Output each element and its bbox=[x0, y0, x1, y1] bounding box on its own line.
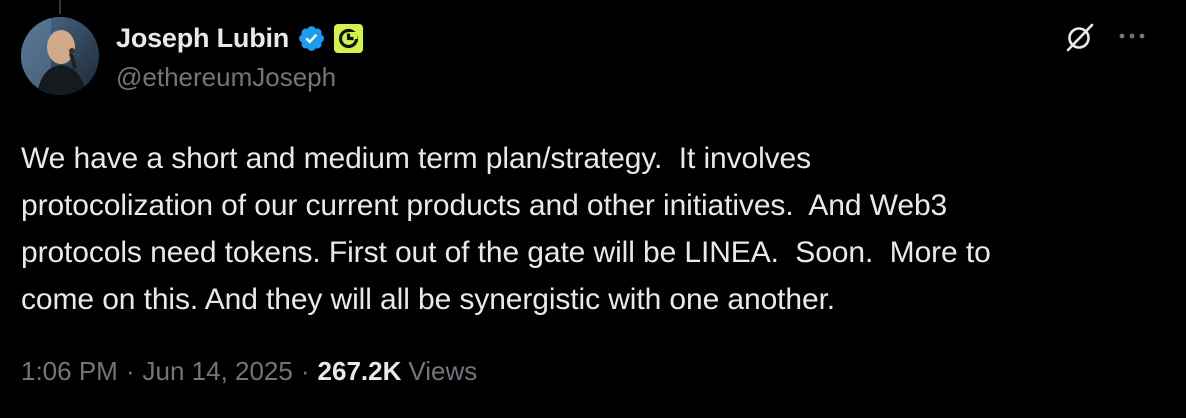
more-options-icon[interactable] bbox=[1117, 26, 1149, 46]
tweet-date[interactable]: Jun 14, 2025 bbox=[143, 356, 293, 387]
grok-icon[interactable] bbox=[1064, 21, 1096, 53]
avatar-photo bbox=[21, 17, 99, 95]
tweet-text: We have a short and medium term plan/str… bbox=[21, 135, 1166, 323]
author-name-row: Joseph Lubin bbox=[116, 20, 364, 56]
separator-dot: · bbox=[300, 356, 310, 386]
tweet-text-line: protocolization of our current products … bbox=[21, 189, 948, 222]
author-handle[interactable]: @ethereumJoseph bbox=[116, 62, 336, 93]
tweet-text-line: We have a short and medium term plan/str… bbox=[21, 142, 812, 175]
views-count[interactable]: 267.2K bbox=[318, 356, 402, 387]
tweet-text-line: come on this. And they will all be syner… bbox=[21, 283, 836, 316]
affiliate-logo-icon[interactable] bbox=[334, 23, 364, 53]
separator-dot: · bbox=[125, 356, 135, 386]
tweet-text-line: protocols need tokens. First out of the … bbox=[21, 236, 991, 269]
views-label[interactable]: Views bbox=[408, 356, 477, 387]
tweet-time[interactable]: 1:06 PM bbox=[21, 356, 118, 387]
tweet-metadata: 1:06 PM · Jun 14, 2025 · 267.2K Views bbox=[21, 356, 477, 387]
avatar[interactable] bbox=[21, 17, 99, 95]
thread-connector-line bbox=[59, 0, 61, 14]
verified-badge-icon[interactable] bbox=[297, 24, 326, 53]
author-display-name[interactable]: Joseph Lubin bbox=[116, 23, 289, 54]
